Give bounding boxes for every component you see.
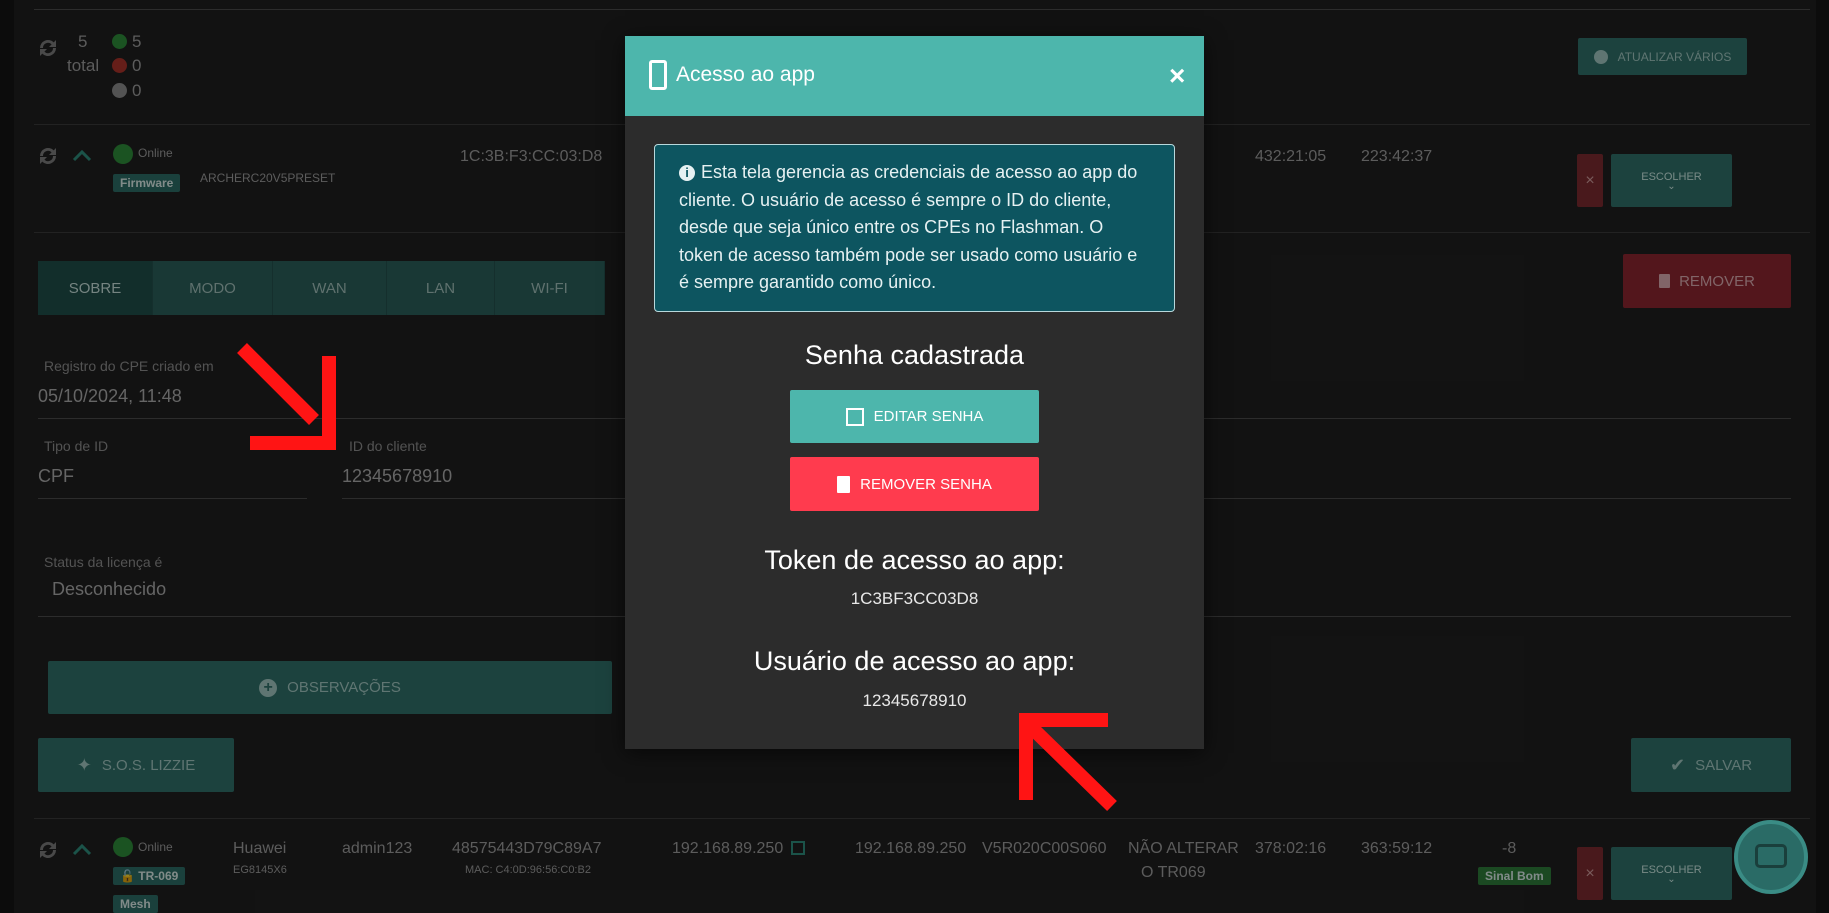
remove-password-button[interactable]: REMOVER SENHA <box>790 457 1039 511</box>
info-icon: i <box>679 165 695 181</box>
modal-close-button[interactable]: × <box>1169 60 1185 92</box>
edit-password-button[interactable]: EDITAR SENHA <box>790 390 1039 443</box>
user-value: 12345678910 <box>862 691 967 710</box>
chat-icon <box>1755 844 1787 868</box>
info-text: Esta tela gerencia as credenciais de ace… <box>679 162 1138 292</box>
token-heading: Token de acesso ao app: <box>764 545 1065 575</box>
trash-icon <box>837 475 851 493</box>
app-access-modal: Acesso ao app × i Esta tela gerencia as c… <box>625 36 1204 749</box>
user-heading: Usuário de acesso ao app: <box>753 646 1076 676</box>
info-alert: i Esta tela gerencia as credenciais de ac… <box>654 144 1175 312</box>
chat-button[interactable] <box>1734 820 1808 894</box>
remove-password-label: REMOVER SENHA <box>860 475 992 493</box>
token-value: 1C3BF3CC03D8 <box>850 589 979 608</box>
annotation-arrow-down-right <box>237 343 336 450</box>
annotation-arrow-up-left <box>1019 713 1117 812</box>
edit-icon <box>845 407 864 426</box>
password-heading: Senha cadastrada <box>804 340 1025 370</box>
modal-header: Acesso ao app × <box>625 36 1204 116</box>
modal-title: Acesso ao app <box>676 63 815 86</box>
edit-password-label: EDITAR SENHA <box>873 408 984 425</box>
mobile-phone-icon <box>649 60 667 90</box>
